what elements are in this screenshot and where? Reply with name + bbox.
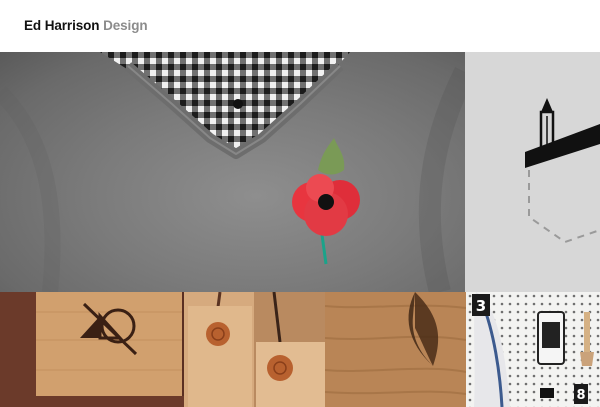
site-header: Ed Harrison Design (0, 0, 600, 52)
logo-name: Ed Harrison (24, 18, 100, 33)
wood-coaster-image (0, 292, 184, 407)
wood-coaster-project[interactable] (0, 292, 184, 407)
pegboard-image: 3 8 (466, 292, 600, 407)
pocket-pen-illustration-project[interactable] (465, 52, 600, 292)
site-logo[interactable]: Ed Harrison Design (24, 18, 148, 33)
wood-board-image (325, 292, 466, 407)
wood-board-project[interactable] (325, 292, 466, 407)
poppy-sweater-image (0, 52, 465, 292)
pegboard-project[interactable]: 3 8 (466, 292, 600, 407)
pocket-pen-illustration (525, 98, 600, 244)
logo-suffix: Design (103, 18, 148, 33)
wood-tags-image (184, 292, 325, 407)
pegboard-number-3: 3 (476, 297, 486, 315)
pegboard-number-8: 8 (576, 388, 585, 403)
wood-tags-project[interactable] (184, 292, 325, 407)
poppy-sweater-project[interactable] (0, 52, 465, 292)
